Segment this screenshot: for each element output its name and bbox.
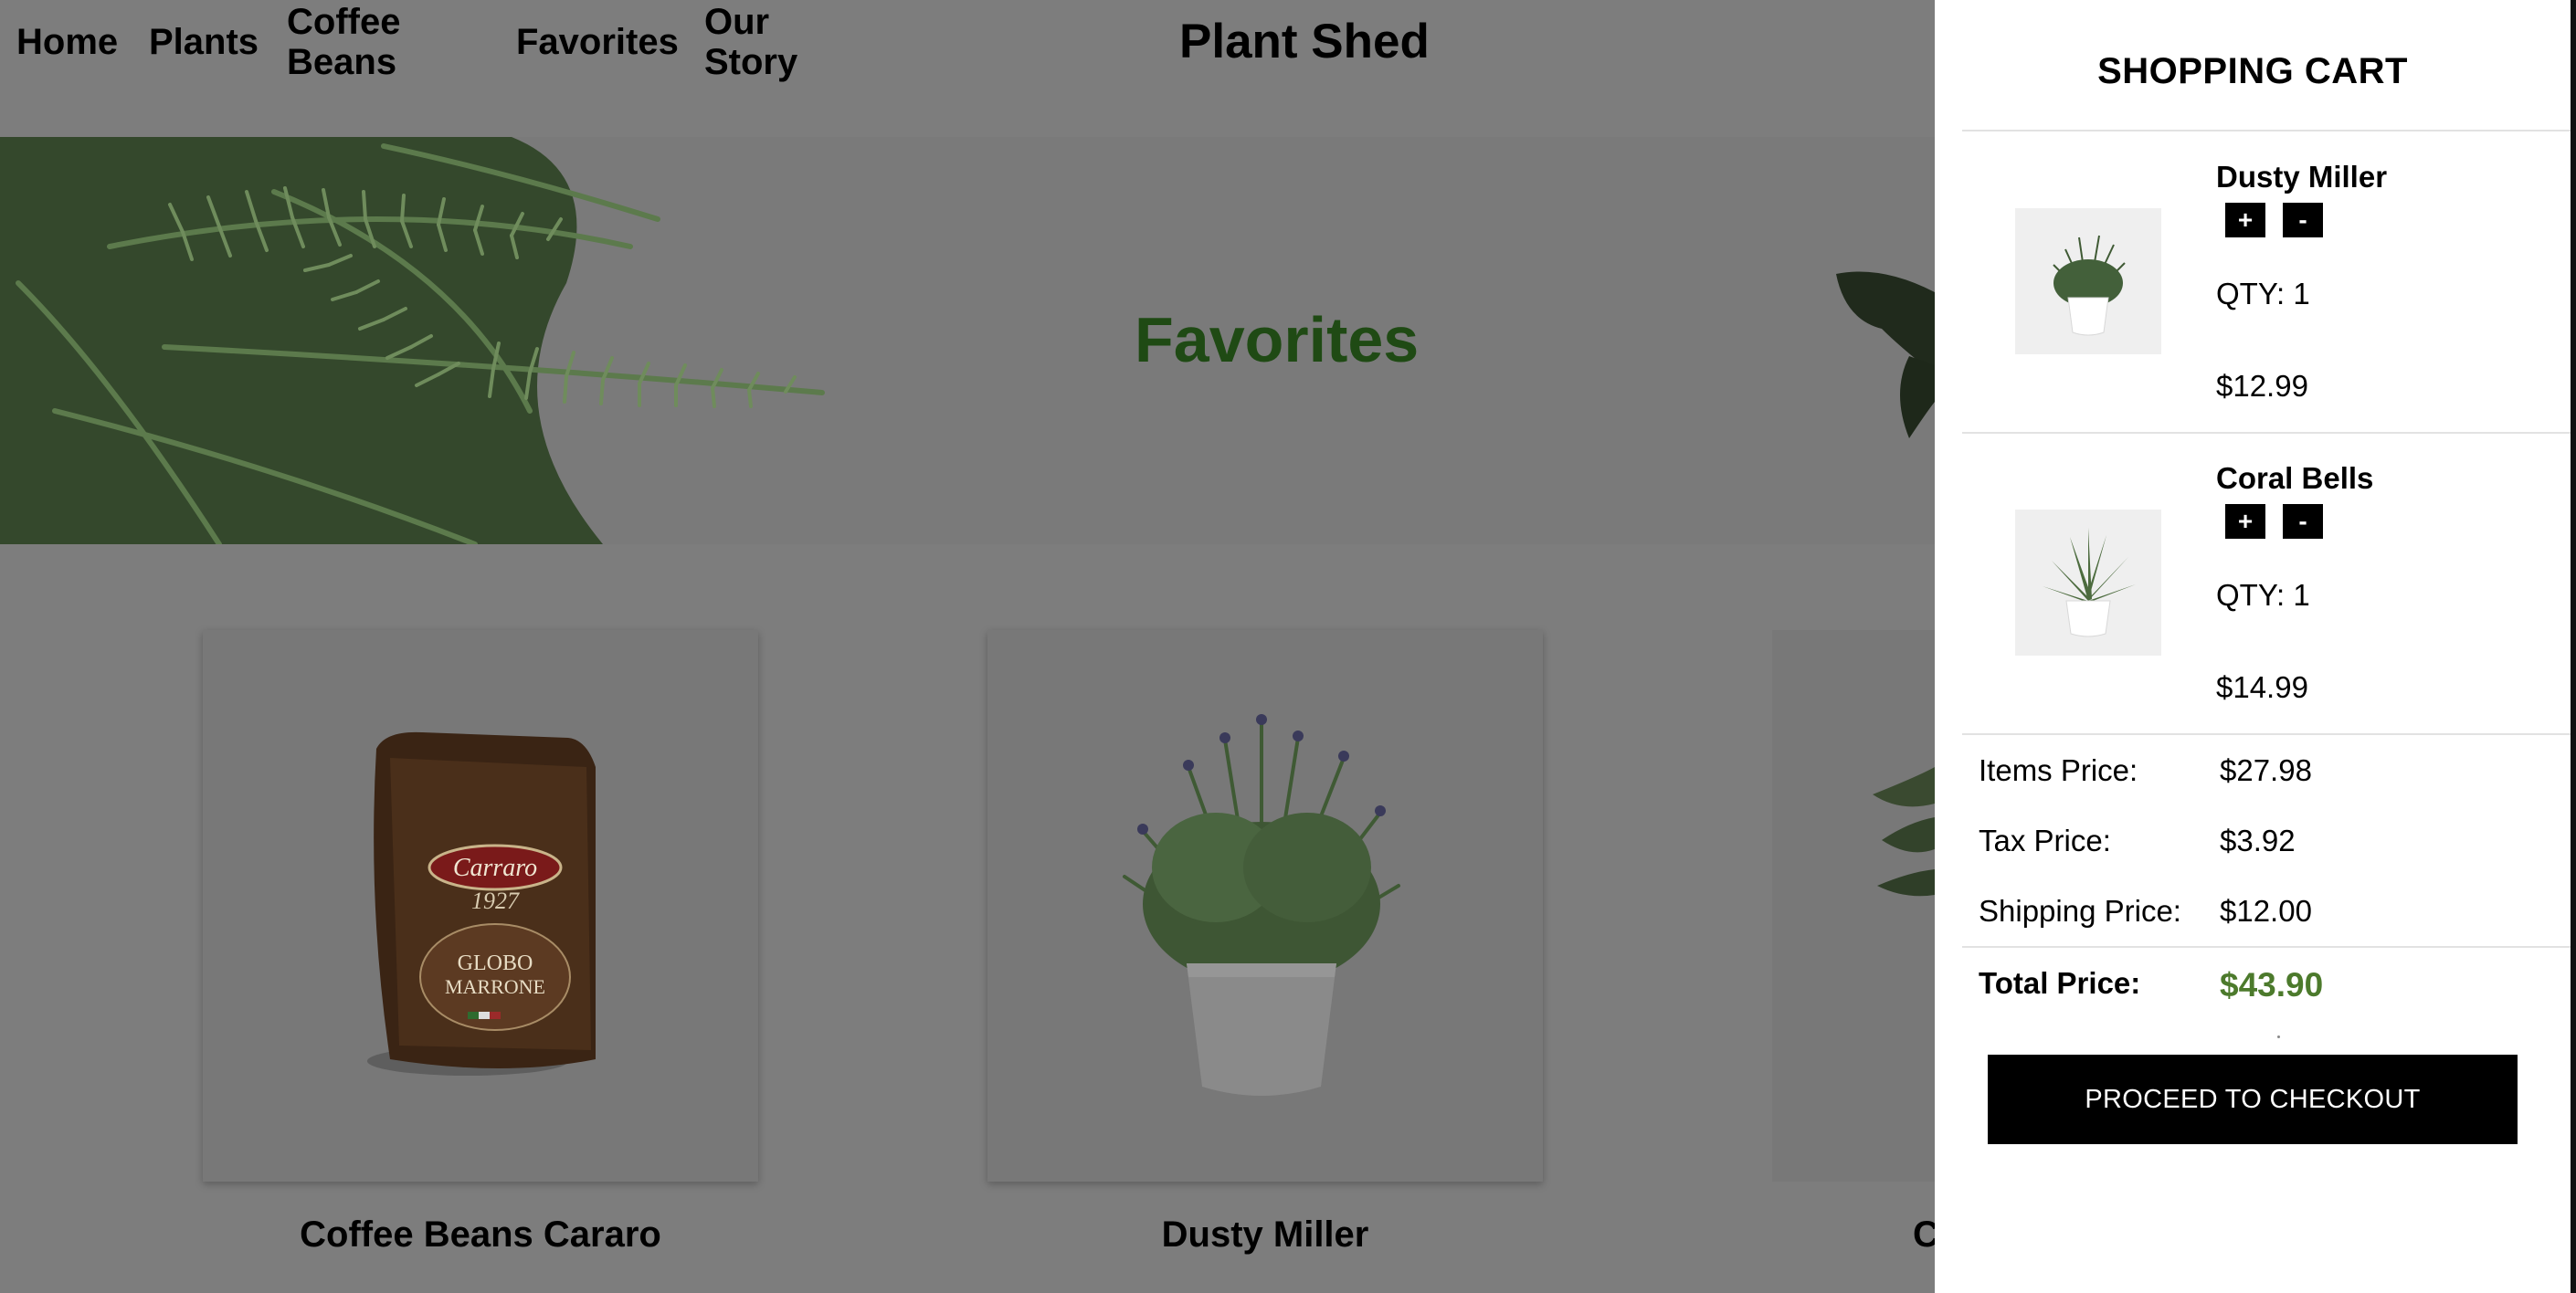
nav-plants-link[interactable]: Plants — [149, 22, 259, 62]
tax-price-value: $3.92 — [2220, 824, 2296, 857]
hero-title: Favorites — [1135, 304, 1420, 375]
nav-our-story-line1: Our — [704, 2, 770, 42]
top-nav: Home Plants Coffee Beans Favorites Our S… — [0, 0, 1935, 137]
cart-item-name: Coral Bells — [2216, 461, 2374, 495]
cart-item-thumbnail[interactable] — [2015, 510, 2161, 656]
decrease-qty-button[interactable]: - — [2283, 504, 2323, 539]
total-price-label: Total Price: — [1979, 966, 2141, 1000]
nav-favorites-link[interactable]: Favorites — [516, 22, 679, 62]
product-card-coffee[interactable]: Carraro 1927 GLOBO MARRONE — [203, 630, 758, 1182]
cart-item-qty: QTY: 1 — [2216, 277, 2310, 310]
increase-qty-button[interactable]: + — [2225, 504, 2265, 539]
coral-bells-thumbnail-image — [2043, 528, 2136, 637]
product-card-dusty-miller[interactable] — [987, 630, 1543, 1182]
brand-title[interactable]: Plant Shed — [1179, 13, 1430, 71]
product-card-third[interactable] — [1772, 630, 1935, 1182]
nav-home-link[interactable]: Home — [16, 22, 118, 62]
cart-divider — [1962, 733, 2571, 735]
tax-price-label: Tax Price: — [1979, 824, 2111, 857]
product-name-coffee[interactable]: Coffee Beans Cararo — [203, 1213, 758, 1256]
nav-coffee-beans-line2: Beans — [287, 42, 397, 82]
nav-our-story-link[interactable]: Our Story — [704, 2, 797, 82]
third-product-image — [1873, 767, 1935, 897]
package-brand-text: Carraro — [453, 854, 537, 882]
decrease-qty-button[interactable]: - — [2283, 203, 2323, 237]
dusty-miller-image — [1123, 714, 1400, 1096]
decorative-dot — [2277, 1035, 2280, 1038]
nav-our-story-line2: Story — [704, 42, 798, 82]
cart-item-qty: QTY: 1 — [2216, 578, 2310, 612]
cart-panel-edge — [2571, 0, 2576, 1293]
cart-item-thumbnail[interactable] — [2015, 208, 2161, 354]
shopping-cart-panel: SHOPPING CART Dusty Miller + - QTY: 1 $1… — [1935, 0, 2576, 1293]
proceed-to-checkout-button[interactable]: PROCEED TO CHECKOUT — [1988, 1055, 2518, 1144]
cart-item-name: Dusty Miller — [2216, 160, 2388, 194]
coffee-bag-image: Carraro 1927 GLOBO MARRONE — [367, 731, 596, 1076]
cart-item-price: $14.99 — [2216, 670, 2308, 704]
shipping-price-value: $12.00 — [2220, 894, 2312, 928]
cart-item-price: $12.99 — [2216, 369, 2308, 403]
items-price-value: $27.98 — [2220, 753, 2312, 787]
nav-coffee-beans-line1: Coffee — [287, 2, 401, 42]
product-name-dusty-miller[interactable]: Dusty Miller — [987, 1213, 1543, 1256]
fern-hero-image — [0, 137, 1935, 544]
cart-title: SHOPPING CART — [2097, 51, 2408, 91]
shipping-price-label: Shipping Price: — [1979, 894, 2181, 928]
package-year-text: 1927 — [471, 888, 520, 914]
items-price-label: Items Price: — [1979, 753, 2138, 787]
nav-coffee-beans-link[interactable]: Coffee Beans — [287, 2, 400, 82]
hero-banner: Favorites — [0, 137, 1935, 544]
cart-divider — [1962, 946, 2571, 948]
package-line-text-1: GLOBO — [458, 951, 533, 975]
cart-divider — [1962, 432, 2571, 434]
cart-divider — [1962, 130, 2571, 131]
total-price-value: $43.90 — [2220, 966, 2324, 1004]
increase-qty-button[interactable]: + — [2225, 203, 2265, 237]
dusty-miller-thumbnail-image — [2053, 235, 2126, 336]
package-line-text-2: MARRONE — [445, 975, 545, 998]
